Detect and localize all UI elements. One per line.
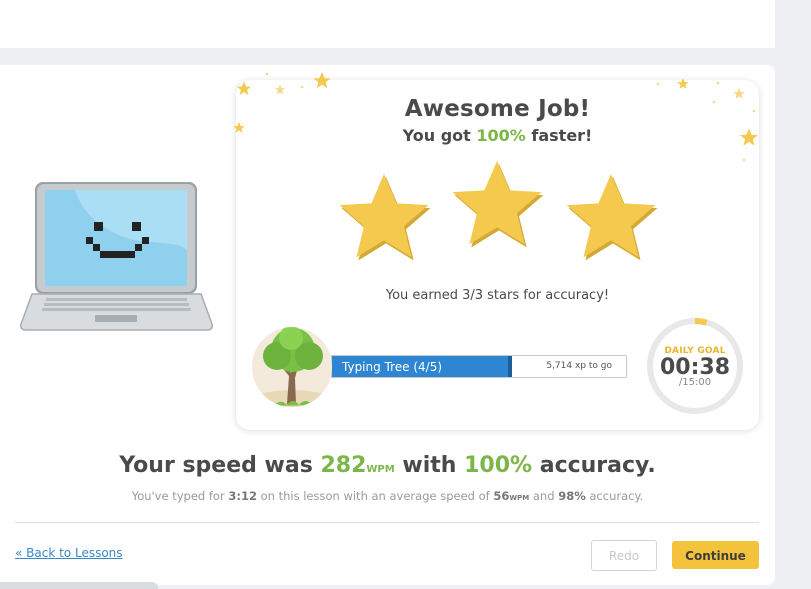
result-title: Awesome Job! (404, 96, 591, 122)
accuracy-value: 100% (464, 453, 533, 478)
footer-divider (15, 522, 759, 523)
speed-value: 282 (320, 453, 367, 478)
xp-to-go: 5,714 xp to go (546, 361, 612, 371)
bottom-tab (0, 582, 158, 589)
star-icon (339, 174, 431, 261)
speed-summary: Your speed was 282WPM with 100% accuracy… (119, 453, 656, 478)
tree-icon (252, 327, 332, 407)
lesson-detail: You've typed for 3:12 on this lesson wit… (131, 489, 644, 503)
smiling-laptop-icon (20, 182, 213, 331)
back-to-lessons-link[interactable]: « Back to Lessons (15, 546, 123, 560)
stars-earned-text: You earned 3/3 stars for accuracy! (385, 288, 610, 303)
daily-goal-total: /15:00 (678, 377, 712, 388)
result-subtitle: You got 100% faster! (402, 126, 593, 145)
redo-button[interactable]: Redo (591, 540, 657, 571)
top-panel (0, 0, 775, 48)
star-icon (452, 161, 544, 248)
star-icon (566, 174, 658, 261)
progress-label: Typing Tree (4/5) (342, 360, 443, 374)
typing-tree-progress-bar: Typing Tree (4/5) 5,714 xp to go (331, 355, 627, 378)
continue-button[interactable]: Continue (672, 541, 759, 569)
